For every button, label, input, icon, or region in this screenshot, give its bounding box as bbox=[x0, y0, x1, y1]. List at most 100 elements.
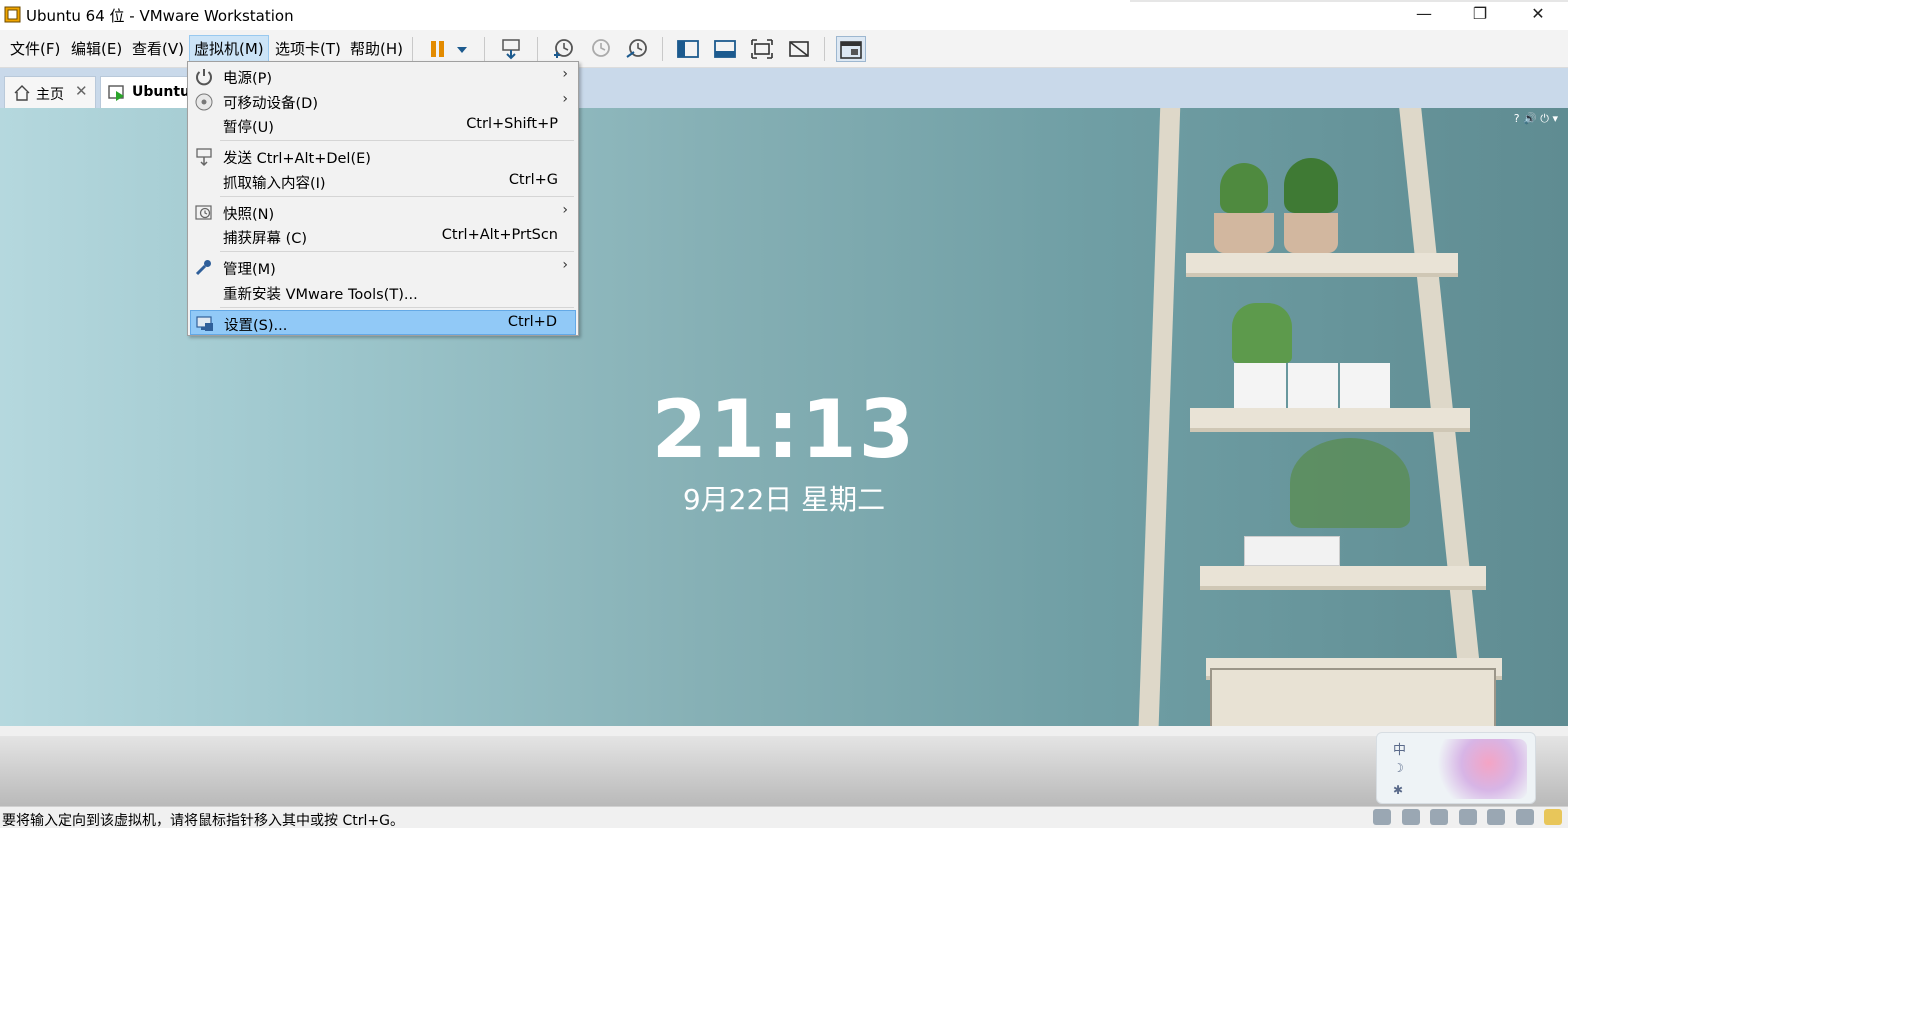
plant-pot bbox=[1214, 213, 1274, 253]
ime-mode-label[interactable]: 中 bbox=[1393, 739, 1406, 758]
submenu-arrow-icon: › bbox=[562, 257, 568, 273]
status-bar: 要将输入定向到该虚拟机，请将鼠标指针移入其中或按 Ctrl+G。 bbox=[0, 806, 1568, 829]
menu-separator bbox=[220, 196, 574, 197]
menu-tabs[interactable]: 选项卡(T) bbox=[271, 35, 345, 63]
menu-item-label: 发送 Ctrl+Alt+Del(E) bbox=[223, 151, 371, 167]
ime-settings-icon[interactable]: ✱ bbox=[1393, 783, 1403, 797]
menu-item-capture-screen[interactable]: 捕获屏幕 (C) Ctrl+Alt+PrtScn bbox=[190, 224, 576, 249]
vm-running-icon bbox=[108, 85, 124, 101]
menu-item-reinstall-vmware-tools[interactable]: 重新安装 VMware Tools(T)... bbox=[190, 280, 576, 305]
menu-item-label: 电源(P) bbox=[223, 71, 273, 87]
menu-item-label: 可移动设备(D) bbox=[223, 96, 318, 112]
menu-item-removable-devices[interactable]: 可移动设备(D) › bbox=[190, 89, 576, 114]
lock-screen-date: 9月22日 星期二 bbox=[682, 483, 886, 516]
menu-item-settings[interactable]: 设置(S)... Ctrl+D bbox=[190, 310, 576, 335]
menu-item-label: 管理(M) bbox=[223, 262, 276, 278]
menu-file[interactable]: 文件(F) bbox=[6, 35, 64, 63]
submenu-arrow-icon: › bbox=[562, 91, 568, 107]
menu-separator bbox=[220, 140, 574, 141]
power-icon bbox=[196, 69, 212, 86]
unity-icon[interactable] bbox=[785, 36, 813, 62]
toolbar-separator bbox=[537, 37, 538, 61]
message-log-icon[interactable] bbox=[1544, 809, 1562, 825]
menu-item-label: 暂停(U) bbox=[223, 120, 274, 136]
snapshot-revert-icon[interactable] bbox=[586, 36, 614, 62]
moon-icon[interactable]: ☽ bbox=[1393, 761, 1404, 775]
snapshot-icon bbox=[195, 205, 212, 220]
restore-button[interactable]: ❐ bbox=[1452, 0, 1508, 30]
book-stack bbox=[1244, 536, 1340, 566]
menu-item-label: 重新安装 VMware Tools(T)... bbox=[223, 287, 418, 303]
printer-icon[interactable] bbox=[1458, 809, 1477, 825]
send-ctrl-alt-del-icon[interactable] bbox=[497, 36, 525, 62]
menu-view[interactable]: 查看(V) bbox=[128, 35, 188, 63]
cd-rom-icon[interactable] bbox=[1401, 809, 1420, 825]
shelf-board bbox=[1186, 253, 1458, 277]
menu-item-shortcut: Ctrl+G bbox=[508, 172, 558, 188]
minimize-button[interactable]: — bbox=[1396, 0, 1452, 30]
menu-item-shortcut: Ctrl+Shift+P bbox=[466, 116, 558, 132]
plant bbox=[1284, 158, 1338, 213]
plant bbox=[1220, 163, 1268, 213]
menu-item-label: 抓取输入内容(I) bbox=[223, 176, 326, 192]
show-thumbnail-icon[interactable] bbox=[711, 36, 739, 62]
plant-pot bbox=[1284, 213, 1338, 253]
usb-icon[interactable] bbox=[1515, 809, 1534, 825]
title-bar: Ubuntu 64 位 - VMware Workstation — ❐ ✕ bbox=[0, 0, 1568, 30]
ime-toolbar[interactable]: 中 ☽ ✱ bbox=[1376, 732, 1536, 804]
menu-item-manage[interactable]: 管理(M) › bbox=[190, 255, 576, 280]
menu-item-label: 捕获屏幕 (C) bbox=[223, 231, 308, 247]
menu-item-label: 快照(N) bbox=[223, 207, 275, 223]
vmware-app-icon bbox=[4, 6, 21, 23]
menu-item-snapshot[interactable]: 快照(N) › bbox=[190, 200, 576, 225]
submenu-arrow-icon: › bbox=[562, 202, 568, 218]
wrench-icon bbox=[195, 260, 211, 276]
network-icon[interactable] bbox=[1430, 809, 1449, 825]
window-title: Ubuntu 64 位 - VMware Workstation bbox=[26, 7, 294, 25]
sound-icon[interactable] bbox=[1487, 809, 1506, 825]
snapshot-manager-icon[interactable] bbox=[623, 36, 651, 62]
home-icon bbox=[14, 85, 30, 101]
power-dropdown-icon[interactable] bbox=[452, 36, 472, 62]
menu-separator bbox=[220, 307, 574, 308]
pause-icon[interactable] bbox=[424, 36, 452, 62]
full-screen-icon[interactable] bbox=[748, 36, 776, 62]
console-view-icon[interactable] bbox=[836, 36, 866, 62]
toolbar-separator bbox=[412, 37, 413, 61]
menu-item-grab-input[interactable]: 抓取输入内容(I) Ctrl+G bbox=[190, 169, 576, 194]
vm-menu-dropdown: 电源(P) › 可移动设备(D) › 暂停(U) Ctrl+Shift+P 发送… bbox=[187, 61, 579, 336]
menu-item-power[interactable]: 电源(P) › bbox=[190, 64, 576, 89]
send-keys-icon bbox=[196, 148, 212, 167]
status-message: 要将输入定向到该虚拟机，请将鼠标指针移入其中或按 Ctrl+G。 bbox=[2, 813, 404, 829]
menu-item-shortcut: Ctrl+D bbox=[507, 314, 557, 330]
tab-ubuntu[interactable]: Ubuntu 6 bbox=[100, 76, 205, 108]
device-icons bbox=[1367, 809, 1562, 827]
floor bbox=[0, 736, 1568, 806]
lock-screen-time: 21:13 bbox=[651, 383, 917, 476]
tab-home-label: 主页 bbox=[36, 87, 64, 103]
toolbar-separator bbox=[662, 37, 663, 61]
show-library-icon[interactable] bbox=[674, 36, 702, 62]
hard-disk-icon[interactable] bbox=[1373, 809, 1392, 825]
close-button[interactable]: ✕ bbox=[1510, 0, 1566, 30]
guest-tray-icons[interactable]: ? 🔊 ⏻ ▾ bbox=[1514, 112, 1558, 126]
shelf-board bbox=[1200, 566, 1486, 590]
menu-item-pause[interactable]: 暂停(U) Ctrl+Shift+P bbox=[190, 113, 576, 138]
tab-home[interactable]: 主页 ✕ bbox=[4, 76, 96, 108]
menu-item-shortcut: Ctrl+Alt+PrtScn bbox=[441, 227, 558, 243]
menu-help[interactable]: 帮助(H) bbox=[346, 35, 407, 63]
plant bbox=[1232, 303, 1292, 363]
menu-item-label: 设置(S)... bbox=[224, 318, 288, 334]
menu-separator bbox=[220, 251, 574, 252]
menu-item-send-ctrl-alt-del[interactable]: 发送 Ctrl+Alt+Del(E) bbox=[190, 144, 576, 169]
snapshot-take-icon[interactable] bbox=[549, 36, 577, 62]
ime-skin-art bbox=[1431, 739, 1527, 799]
toolbar-separator bbox=[824, 37, 825, 61]
tab-close-icon[interactable]: ✕ bbox=[75, 82, 88, 100]
submenu-arrow-icon: › bbox=[562, 66, 568, 82]
toolbar-separator bbox=[484, 37, 485, 61]
menu-edit[interactable]: 编辑(E) bbox=[67, 35, 126, 63]
settings-icon bbox=[196, 316, 213, 331]
disc-icon bbox=[195, 93, 213, 111]
menu-vm[interactable]: 虚拟机(M) bbox=[189, 35, 269, 63]
